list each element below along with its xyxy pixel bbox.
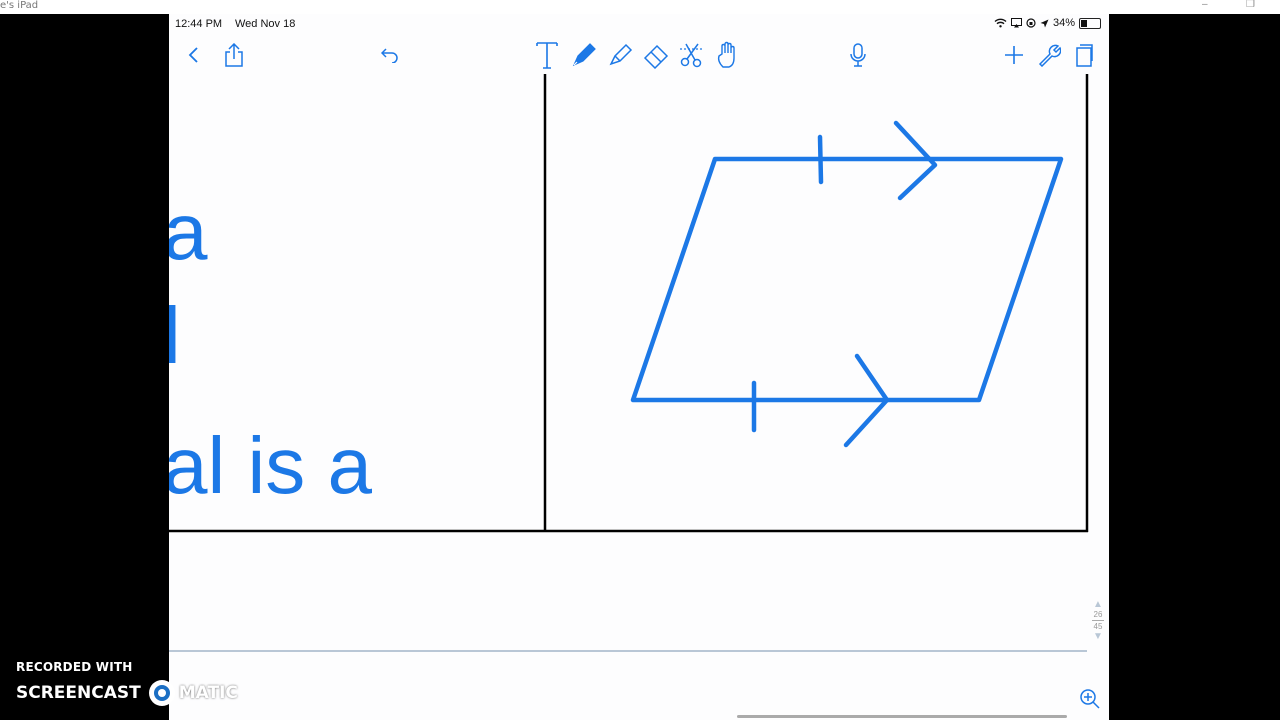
watermark-brand: SCREENCAST — [16, 683, 141, 703]
share-icon[interactable] — [219, 40, 249, 70]
watermark-line-1: RECORDED WITH — [16, 660, 133, 674]
microphone-icon[interactable] — [843, 40, 873, 70]
scroll-up-icon[interactable]: ▲ — [1089, 599, 1107, 610]
window-title: e's iPad — [0, 0, 39, 11]
slide-text-line-1: a — [169, 187, 208, 276]
undo-icon[interactable] — [375, 40, 405, 70]
status-bar: 12:44 PM Wed Nov 18 34% — [169, 14, 1109, 36]
tick-mark — [817, 134, 824, 185]
add-page-icon[interactable] — [999, 40, 1029, 70]
wifi-icon — [994, 18, 1007, 28]
status-time: 12:44 PM — [175, 18, 223, 30]
minimize-button[interactable]: – — [1202, 0, 1208, 10]
notes-toolbar — [169, 36, 1109, 74]
ipad-screen: 12:44 PM Wed Nov 18 34% a l al is a ▲ 26… — [169, 14, 1109, 720]
scroll-down-icon[interactable]: ▼ — [1089, 631, 1107, 642]
text-tool-icon[interactable] — [532, 40, 562, 70]
restore-button[interactable]: ❐ — [1246, 0, 1255, 10]
eraser-tool-icon[interactable] — [641, 40, 671, 70]
screencast-watermark: RECORDED WITH SCREENCAST MATIC — [16, 660, 238, 706]
page-scroll-indicator[interactable]: ▲ 26 45 ▼ — [1089, 599, 1107, 642]
lasso-tool-icon[interactable] — [677, 40, 707, 70]
zoom-icon[interactable] — [1077, 686, 1103, 712]
pages-icon[interactable] — [1069, 40, 1099, 70]
parallelogram-shape — [630, 156, 1064, 403]
orientation-lock-icon — [1026, 18, 1036, 28]
note-page[interactable]: a l al is a — [169, 74, 1109, 714]
back-icon[interactable] — [179, 40, 209, 70]
screen-mirroring-icon — [1010, 18, 1022, 28]
hand-tool-icon[interactable] — [713, 40, 743, 70]
battery-icon — [1079, 17, 1101, 29]
watermark-brand-suffix: MATIC — [178, 683, 238, 703]
slide-text-line-3: al is a — [169, 421, 372, 510]
home-indicator[interactable] — [737, 715, 1067, 718]
location-icon — [1040, 19, 1049, 27]
screencast-logo-icon — [148, 680, 175, 706]
current-page-number: 26 — [1093, 610, 1103, 619]
pen-tool-icon[interactable] — [569, 40, 599, 70]
highlighter-tool-icon[interactable] — [605, 40, 635, 70]
slide-text-line-2: l — [169, 291, 181, 380]
battery-percent: 34% — [1052, 17, 1075, 29]
status-date: Wed Nov 18 — [235, 18, 296, 30]
window-title-bar: e's iPad – ❐ — [0, 0, 1280, 14]
settings-wrench-icon[interactable] — [1034, 40, 1064, 70]
total-page-number: 45 — [1093, 622, 1103, 631]
